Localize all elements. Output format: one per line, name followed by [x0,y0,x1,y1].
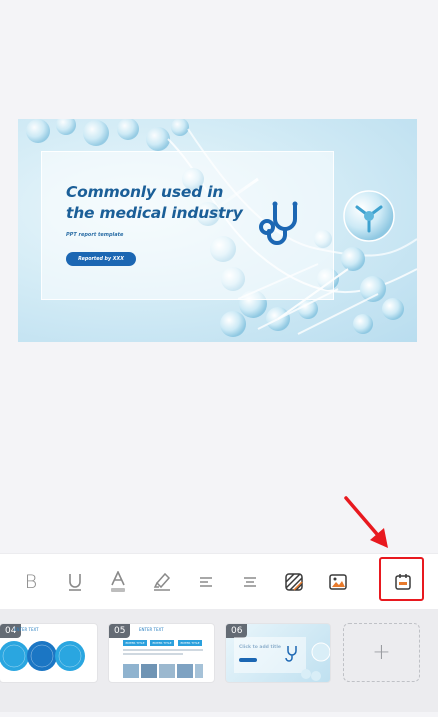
reported-by-button[interactable]: Reported by XXX [66,252,136,266]
fill-button[interactable] [280,568,308,596]
highlight-button[interactable] [148,568,176,596]
molecule-bubble-icon [343,190,395,242]
current-slide[interactable]: Commonly used in the medical industry PP… [18,119,417,342]
fill-pattern-icon [285,573,303,591]
add-slide-button[interactable]: + [343,623,420,682]
slide-thumbnail-05[interactable]: 05 ENTER TEXT ENTER TITLE ENTER TITLE EN… [108,623,215,683]
insert-image-button[interactable] [324,568,352,596]
slide-subtitle[interactable]: PPT report template [66,232,123,238]
underline-icon [69,574,81,591]
slide-title[interactable]: Commonly used in the medical industry [66,182,256,224]
annotation-highlight-box [379,557,424,601]
thumb-graphic [234,637,330,681]
stethoscope-icon [259,201,298,245]
photo-grid-graphic [123,649,203,678]
bottom-spacer [0,712,438,717]
align-left-button[interactable] [192,568,220,596]
circles-diagram-graphic [0,641,85,671]
font-color-icon [111,571,125,592]
formatting-toolbar: B [0,553,438,609]
underline-button[interactable] [61,568,89,596]
align-left-icon [200,577,212,587]
annotation-arrow-icon [344,496,388,548]
highlighter-icon [153,572,171,591]
slide-thumbnail-06[interactable]: 06 Click to add title [225,623,331,683]
font-color-button[interactable] [104,568,132,596]
bold-button[interactable]: B [17,568,45,596]
slide-thumbnail-04[interactable]: 04 ENTER TEXT [0,623,98,683]
image-icon [329,574,347,590]
align-center-icon [244,577,256,587]
align-center-button[interactable] [236,568,264,596]
slide-editor-canvas: Commonly used in the medical industry PP… [0,0,438,548]
bold-icon: B [24,571,38,593]
